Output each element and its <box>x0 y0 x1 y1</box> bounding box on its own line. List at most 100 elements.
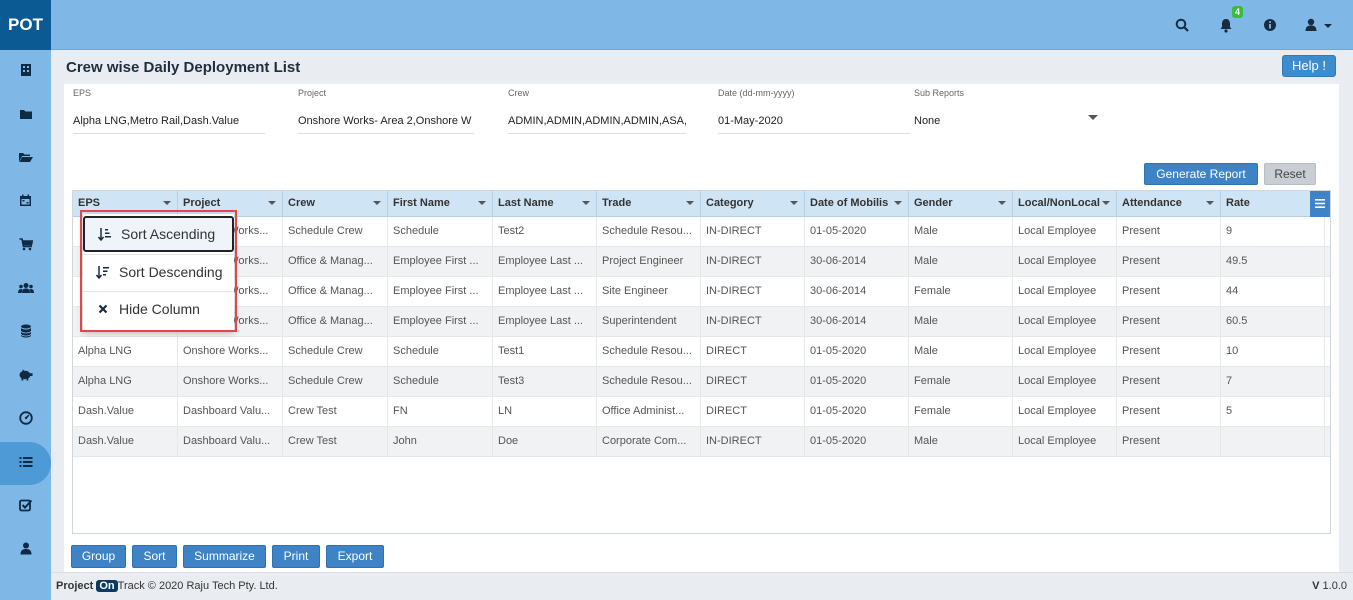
sidebar-item-database[interactable] <box>0 311 51 355</box>
table-cell: Present <box>1117 367 1221 397</box>
export-button[interactable]: Export <box>326 545 384 568</box>
brand-project: Project <box>56 580 97 592</box>
column-header[interactable]: Trade <box>597 191 701 217</box>
sort-descending-item[interactable]: Sort Descending <box>83 254 234 290</box>
info-icon[interactable] <box>1261 16 1279 34</box>
table-cell: DIRECT <box>701 367 805 397</box>
sort-ascending-item[interactable]: Sort Ascending <box>83 216 234 252</box>
reset-button[interactable]: Reset <box>1264 163 1316 185</box>
column-header-label: Gender <box>914 197 953 209</box>
table-row[interactable]: Alpha LNG Onshore Works... Schedule Crew Sc… <box>73 367 1330 397</box>
close-icon <box>95 304 111 314</box>
table-cell: Local Employee <box>1013 277 1117 307</box>
date-filter[interactable]: Date (dd-mm-yyyy) 01-May-2020 <box>718 88 910 134</box>
sidebar-item-buildings[interactable] <box>0 50 51 94</box>
help-button[interactable]: Help ! <box>1282 55 1336 77</box>
column-header[interactable]: Date of Mobilis <box>805 191 909 217</box>
chevron-down-icon[interactable] <box>163 201 171 205</box>
project-field[interactable]: Onshore Works- Area 2,Onshore W <box>298 110 474 134</box>
table-cell <box>1221 427 1325 457</box>
project-filter[interactable]: Project Onshore Works- Area 2,Onshore W <box>298 88 474 134</box>
chevron-down-icon[interactable] <box>1102 201 1110 205</box>
table-row[interactable]: Onshore Works...Office & Manag...Employe… <box>73 307 1330 337</box>
column-header[interactable]: First Name <box>388 191 493 217</box>
app-logo[interactable]: POT <box>0 0 51 50</box>
table-cell: Onshore Works... <box>178 367 283 397</box>
column-header-label: Project <box>183 197 221 209</box>
table-cell: DIRECT <box>701 337 805 367</box>
search-icon[interactable] <box>1173 16 1191 34</box>
brand-on: On <box>96 580 118 592</box>
eps-filter[interactable]: EPS Alpha LNG,Metro Rail,Dash.Value <box>73 88 265 134</box>
building-icon <box>20 63 32 80</box>
chevron-down-icon[interactable] <box>582 201 590 205</box>
sidebar-item-folder-open[interactable] <box>0 137 51 181</box>
table-cell: Present <box>1117 397 1221 427</box>
eps-field[interactable]: Alpha LNG,Metro Rail,Dash.Value <box>73 110 265 134</box>
sort-button[interactable]: Sort <box>132 545 177 568</box>
table-row[interactable]: Onshore Works...Schedule CrewScheduleTes… <box>73 217 1330 247</box>
sidebar-item-users[interactable] <box>0 268 51 312</box>
user-menu[interactable] <box>1305 16 1335 34</box>
chevron-down-icon[interactable] <box>686 201 694 205</box>
table-cell: Employee Last ... <box>493 277 597 307</box>
top-bar: POT 4 <box>0 0 1353 50</box>
table-cell: Local Employee <box>1013 427 1117 457</box>
sidebar-item-budget[interactable] <box>0 355 51 399</box>
table-cell: 49.5 <box>1221 247 1325 277</box>
column-header[interactable]: Crew <box>283 191 388 217</box>
column-header[interactable]: Attendance <box>1117 191 1221 217</box>
sub-reports-filter[interactable]: Sub Reports None <box>914 88 1106 134</box>
column-header[interactable]: Category <box>701 191 805 217</box>
table-cell: Crew Test <box>283 397 388 427</box>
table-row[interactable]: Dash.Value Dashboard Valu... Crew Test FN LN… <box>73 397 1330 427</box>
bell-icon[interactable]: 4 <box>1217 6 1243 34</box>
database-icon <box>20 324 32 341</box>
date-field[interactable]: 01-May-2020 <box>718 110 910 134</box>
table-cell: Local Employee <box>1013 367 1117 397</box>
chevron-down-icon[interactable] <box>478 201 486 205</box>
crew-field[interactable]: ADMIN,ADMIN,ADMIN,ADMIN,ASA, <box>508 110 686 134</box>
chevron-down-icon[interactable] <box>894 201 902 205</box>
chevron-down-icon[interactable] <box>268 201 276 205</box>
chevron-down-icon[interactable] <box>373 201 381 205</box>
table-row[interactable]: Onshore Works...Office & Manag...Employe… <box>73 277 1330 307</box>
group-button[interactable]: Group <box>71 545 126 568</box>
summarize-button[interactable]: Summarize <box>183 545 266 568</box>
grid-menu-button[interactable] <box>1310 191 1330 217</box>
sidebar-item-cart[interactable] <box>0 224 51 268</box>
column-header[interactable]: Gender <box>909 191 1013 217</box>
table-cell: Local Employee <box>1013 217 1117 247</box>
crew-filter[interactable]: Crew ADMIN,ADMIN,ADMIN,ADMIN,ASA, <box>508 88 686 134</box>
sidebar-item-folder[interactable] <box>0 94 51 138</box>
eps-label: EPS <box>73 88 92 98</box>
print-button[interactable]: Print <box>272 545 320 568</box>
hide-column-item[interactable]: Hide Column <box>83 291 234 327</box>
sidebar-item-dashboard[interactable] <box>0 398 51 442</box>
table-row[interactable]: Dash.Value Dashboard Valu... Crew Test John… <box>73 427 1330 457</box>
table-row[interactable]: Alpha LNG Onshore Works... Schedule Crew Sc… <box>73 337 1330 367</box>
chevron-down-icon[interactable] <box>1088 115 1098 120</box>
table-row[interactable]: Onshore Works...Office & Manag...Employe… <box>73 247 1330 277</box>
table-cell: 9 <box>1221 217 1325 247</box>
sidebar-item-profile[interactable] <box>0 529 51 573</box>
chevron-down-icon[interactable] <box>790 201 798 205</box>
table-cell: Male <box>909 307 1013 337</box>
generate-report-button[interactable]: Generate Report <box>1144 163 1258 185</box>
table-cell: Schedule Resou... <box>597 367 701 397</box>
chevron-down-icon[interactable] <box>998 201 1006 205</box>
sidebar-item-tasks[interactable] <box>0 485 51 529</box>
table-cell: FN <box>388 397 493 427</box>
sidebar-item-reports[interactable] <box>0 441 51 485</box>
column-header[interactable]: Local/NonLocal <box>1013 191 1117 217</box>
hide-column-label: Hide Column <box>119 301 200 317</box>
calendar-icon <box>19 194 32 210</box>
table-cell: Office & Manag... <box>283 247 388 277</box>
column-header[interactable]: Last Name <box>493 191 597 217</box>
sub-reports-select[interactable]: None <box>914 110 1106 134</box>
user-icon <box>20 542 32 558</box>
chevron-down-icon[interactable] <box>1206 201 1214 205</box>
grid-header-row: EPS Project Crew First Name Last Name Trade Ca… <box>73 191 1330 217</box>
checklist-icon <box>18 499 33 515</box>
sidebar-item-calendar[interactable] <box>0 181 51 225</box>
